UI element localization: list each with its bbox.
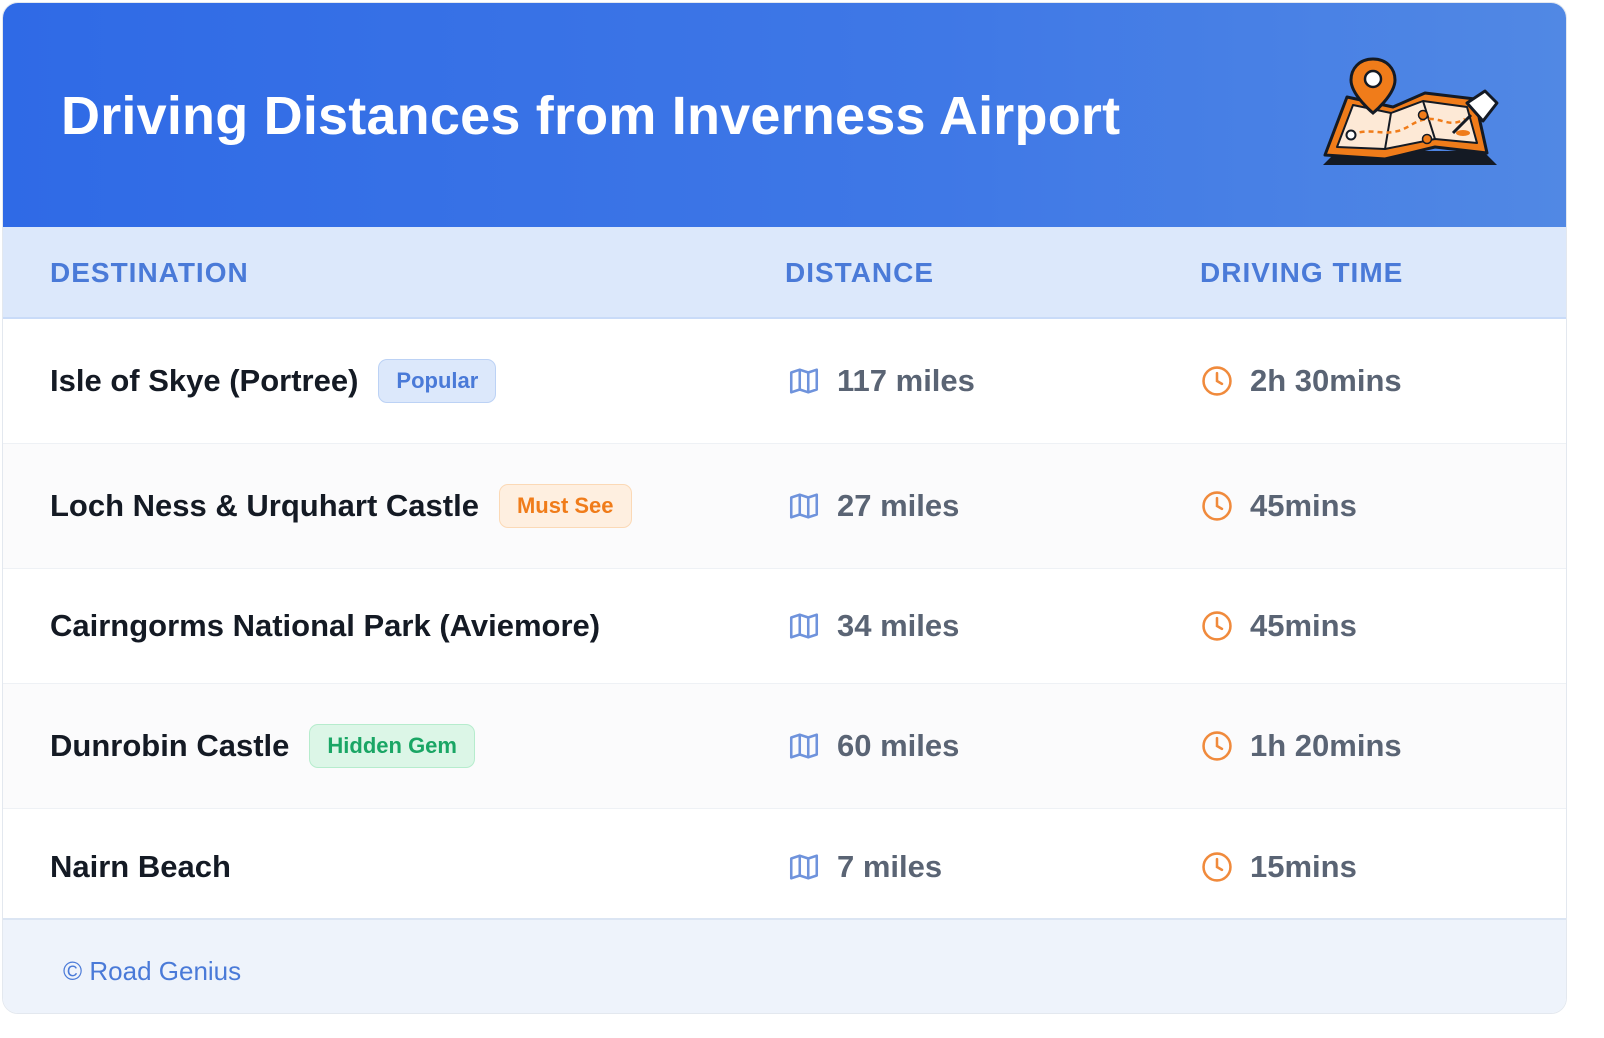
status-badge: Must See — [498, 484, 632, 528]
column-header-distance[interactable]: DISTANCE — [785, 257, 934, 289]
distance-value: 7 miles — [837, 848, 943, 884]
column-header-driving-time[interactable]: DRIVING TIME — [1200, 257, 1403, 289]
destination-name: Cairngorms National Park (Aviemore) — [50, 608, 601, 643]
distance-value: 34 miles — [837, 608, 960, 643]
driving-time-value: 45mins — [1250, 608, 1357, 643]
clock-icon — [1200, 850, 1234, 884]
table-row: Loch Ness & Urquhart Castle Must See 27 … — [3, 444, 1566, 569]
distance-value: 27 miles — [837, 488, 960, 523]
header-banner: Driving Distances from Inverness Airport — [3, 3, 1566, 227]
folded-map-with-pins-icon — [1315, 55, 1505, 179]
page-title: Driving Distances from Inverness Airport — [61, 86, 1121, 146]
table-row: Isle of Skye (Portree) Popular 117 miles… — [3, 319, 1566, 444]
map-icon — [787, 489, 821, 523]
map-icon — [787, 364, 821, 398]
clock-icon — [1200, 364, 1234, 398]
map-icon — [787, 850, 821, 884]
distance-value: 117 miles — [837, 363, 975, 398]
table-header: DESTINATION DISTANCE DRIVING TIME — [3, 227, 1566, 319]
driving-time-value: 45mins — [1250, 488, 1357, 523]
driving-time-value: 15mins — [1250, 848, 1357, 884]
table-row: Nairn Beach 7 miles 15mins — [3, 809, 1566, 924]
destination-name: Loch Ness & Urquhart Castle — [50, 488, 479, 523]
distance-value: 60 miles — [837, 728, 960, 763]
copyright-credit[interactable]: © Road Genius — [63, 956, 241, 987]
table-row: Dunrobin Castle Hidden Gem 60 miles 1h 2… — [3, 684, 1566, 809]
map-icon — [787, 729, 821, 763]
table-row: Cairngorms National Park (Aviemore) 34 m… — [3, 569, 1566, 684]
table-body: Isle of Skye (Portree) Popular 117 miles… — [3, 319, 1566, 924]
column-header-destination[interactable]: DESTINATION — [50, 257, 249, 289]
map-icon — [787, 609, 821, 643]
clock-icon — [1200, 729, 1234, 763]
footer: © Road Genius — [3, 918, 1566, 1013]
destination-name: Isle of Skye (Portree) — [50, 363, 359, 398]
status-badge: Popular — [378, 359, 497, 403]
destination-name: Dunrobin Castle — [50, 728, 290, 763]
status-badge: Hidden Gem — [309, 724, 475, 768]
clock-icon — [1200, 609, 1234, 643]
driving-time-value: 1h 20mins — [1250, 728, 1402, 763]
clock-icon — [1200, 489, 1234, 523]
destination-name: Nairn Beach — [50, 848, 231, 884]
distance-table-card: Driving Distances from Inverness Airport — [2, 2, 1567, 1014]
driving-time-value: 2h 30mins — [1250, 363, 1402, 398]
